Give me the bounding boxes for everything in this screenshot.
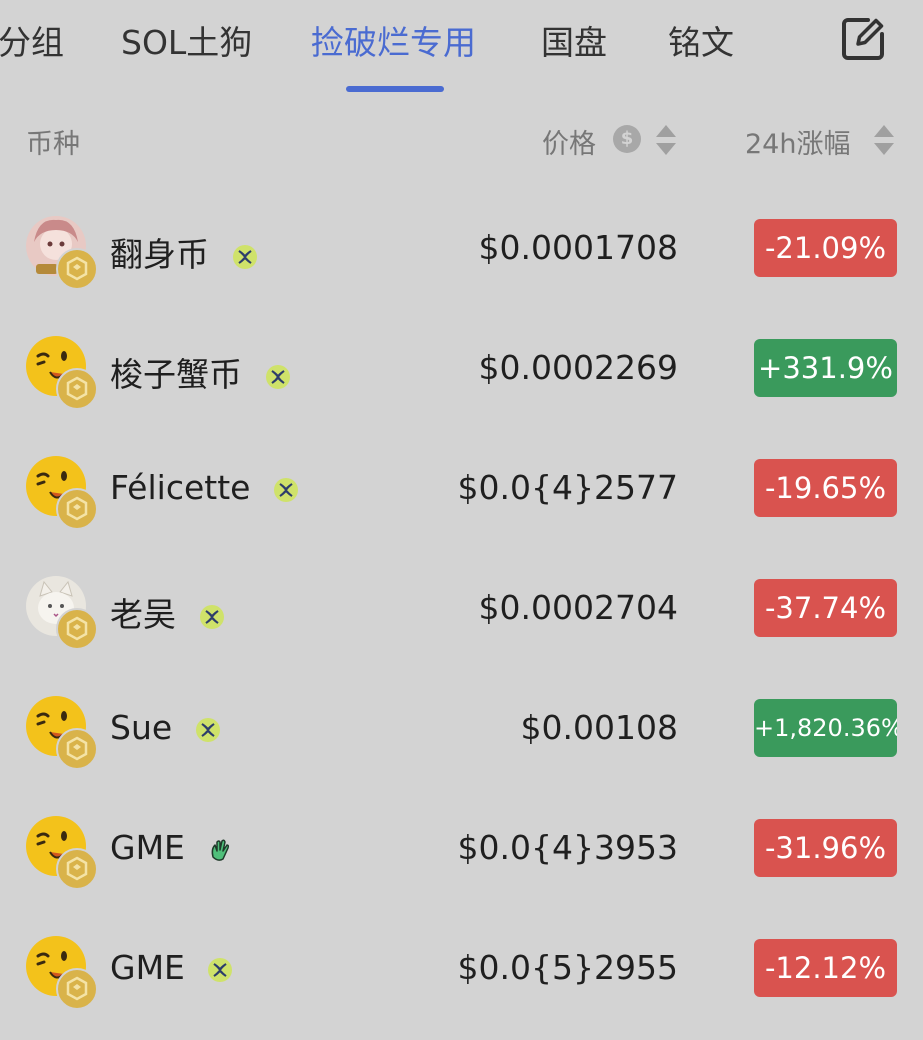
coin-row[interactable]: 翻身币 $0.0001708 -21.09% <box>0 200 923 320</box>
change-sort-icon[interactable] <box>873 123 895 157</box>
coin-name-text: Félicette <box>110 468 251 507</box>
dollar-icon[interactable]: $ <box>613 125 641 153</box>
coin-name: Sue <box>110 708 221 747</box>
coin-price: $0.0{4}3953 <box>457 828 678 867</box>
bnb-chain-icon <box>56 608 98 650</box>
change-badge: -31.96% <box>754 819 897 877</box>
coin-name-text: Sue <box>110 708 173 747</box>
change-badge: -12.12% <box>754 939 897 997</box>
coin-name-text: GME <box>110 948 185 987</box>
coin-row[interactable]: GME $0.0{5}2955 -12.12% <box>0 920 923 1040</box>
price-column-header[interactable]: 价格 <box>542 122 596 161</box>
coin-row[interactable]: 梭子蟹币 $0.0002269 +331.9% <box>0 320 923 440</box>
tab-inscription[interactable]: 铭文 <box>668 16 734 64</box>
butterfly-icon <box>265 364 290 389</box>
coin-name-text: 老吴 <box>110 595 176 634</box>
wave-hand-icon <box>212 838 230 861</box>
coin-name: GME <box>110 948 233 987</box>
coin-name-text: 梭子蟹币 <box>110 355 242 394</box>
edit-icon[interactable] <box>838 14 888 64</box>
bnb-chain-icon <box>56 968 98 1010</box>
butterfly-icon <box>199 604 224 629</box>
coin-name-text: GME <box>110 828 185 867</box>
active-tab-indicator <box>346 86 444 92</box>
coin-price: $0.0{5}2955 <box>457 948 678 987</box>
bnb-chain-icon <box>56 488 98 530</box>
change-badge: -21.09% <box>754 219 897 277</box>
tab-sol-dog[interactable]: SOL土狗 <box>121 16 252 64</box>
tab-scavenge[interactable]: 捡破烂专用 <box>311 16 476 64</box>
change-badge: -19.65% <box>754 459 897 517</box>
tab-bar: 分组 SOL土狗 捡破烂专用 国盘 铭文 <box>0 0 923 95</box>
coin-name: 梭子蟹币 <box>110 348 291 396</box>
bnb-chain-icon <box>56 728 98 770</box>
coin-name: 翻身币 <box>110 228 258 276</box>
coin-column-header: 币种 <box>26 129 80 160</box>
coin-name: GME <box>110 828 233 867</box>
coin-name-text: 翻身币 <box>110 235 209 274</box>
coin-name: Félicette <box>110 468 299 507</box>
coin-price: $0.0002269 <box>478 348 678 387</box>
tab-group[interactable]: 分组 <box>0 16 64 64</box>
change-badge: -37.74% <box>754 579 897 637</box>
butterfly-icon <box>195 717 220 742</box>
coin-row[interactable]: 老吴 $0.0002704 -37.74% <box>0 560 923 680</box>
coin-row[interactable]: GME $0.0{4}3953 -31.96% <box>0 800 923 920</box>
coin-row[interactable]: Félicette $0.0{4}2577 -19.65% <box>0 440 923 560</box>
coin-price: $0.0{4}2577 <box>457 468 678 507</box>
butterfly-icon <box>232 244 257 269</box>
coin-row[interactable]: Sue $0.00108 +1,820.36% <box>0 680 923 800</box>
change-badge: +331.9% <box>754 339 897 397</box>
coin-name: 老吴 <box>110 588 225 636</box>
change-badge: +1,820.36% <box>754 699 897 757</box>
tab-domestic[interactable]: 国盘 <box>541 16 607 64</box>
change-column-header[interactable]: 24h涨幅 <box>745 122 850 161</box>
price-sort-icon[interactable] <box>655 123 677 157</box>
coin-price: $0.0002704 <box>478 588 678 627</box>
bnb-chain-icon <box>56 248 98 290</box>
butterfly-icon <box>208 957 233 982</box>
bnb-chain-icon <box>56 368 98 410</box>
coin-price: $0.0001708 <box>478 228 678 267</box>
butterfly-icon <box>273 477 298 502</box>
coin-price: $0.00108 <box>520 708 678 747</box>
bnb-chain-icon <box>56 848 98 890</box>
